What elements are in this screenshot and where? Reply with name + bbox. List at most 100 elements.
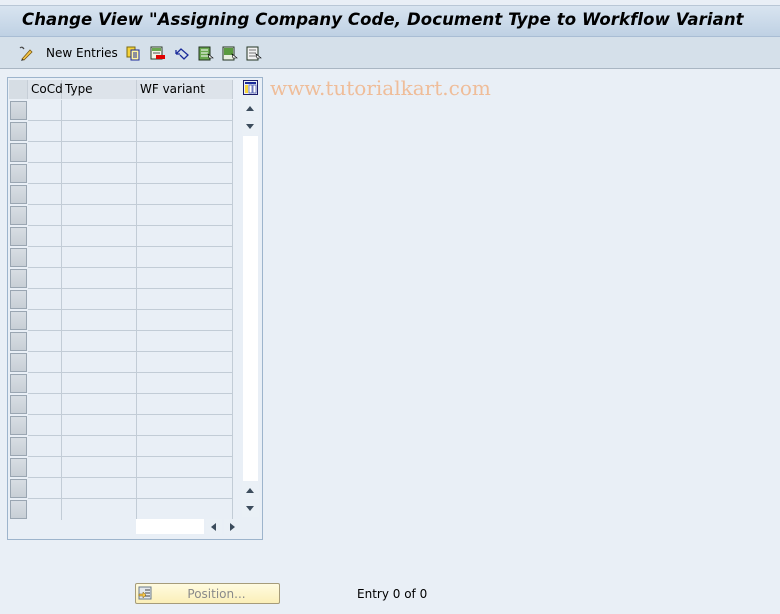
scroll-left-button[interactable] xyxy=(206,519,222,534)
row-selector[interactable] xyxy=(10,290,27,309)
cell-type[interactable] xyxy=(62,205,137,226)
row-selector[interactable] xyxy=(10,458,27,477)
row-selector[interactable] xyxy=(10,185,27,204)
cell-cocd[interactable] xyxy=(28,415,62,436)
cell-cocd[interactable] xyxy=(28,394,62,415)
cell-type[interactable] xyxy=(62,478,137,499)
cell-type[interactable] xyxy=(62,142,137,163)
cell-cocd[interactable] xyxy=(28,100,62,121)
display-change-button[interactable] xyxy=(18,44,33,62)
column-header-cocd[interactable]: CoCd xyxy=(28,80,63,99)
cell-type[interactable] xyxy=(62,394,137,415)
vertical-scroll-track[interactable] xyxy=(243,136,258,481)
select-all-rows-corner[interactable] xyxy=(9,80,28,99)
cell-type[interactable] xyxy=(62,121,137,142)
cell-cocd[interactable] xyxy=(28,352,62,373)
row-selector[interactable] xyxy=(10,416,27,435)
row-selector[interactable] xyxy=(10,332,27,351)
cell-type[interactable] xyxy=(62,436,137,457)
cell-type[interactable] xyxy=(62,331,137,352)
cell-wf-variant[interactable] xyxy=(137,499,233,520)
select-block-button[interactable] xyxy=(222,44,238,62)
cell-wf-variant[interactable] xyxy=(137,121,233,142)
cell-type[interactable] xyxy=(62,268,137,289)
row-selector[interactable] xyxy=(10,437,27,456)
cell-wf-variant[interactable] xyxy=(137,184,233,205)
cell-cocd[interactable] xyxy=(28,310,62,331)
cell-wf-variant[interactable] xyxy=(137,373,233,394)
vertical-scrollbar[interactable] xyxy=(242,98,259,518)
cell-cocd[interactable] xyxy=(28,121,62,142)
row-selector[interactable] xyxy=(10,143,27,162)
row-selector[interactable] xyxy=(10,374,27,393)
undo-change-button[interactable] xyxy=(174,44,189,62)
cell-wf-variant[interactable] xyxy=(137,331,233,352)
row-selector[interactable] xyxy=(10,248,27,267)
cell-cocd[interactable] xyxy=(28,205,62,226)
new-entries-button[interactable]: New Entries xyxy=(46,44,118,62)
cell-wf-variant[interactable] xyxy=(137,478,233,499)
table-settings-button[interactable] xyxy=(243,80,258,95)
cell-type[interactable] xyxy=(62,226,137,247)
row-selector[interactable] xyxy=(10,206,27,225)
column-header-type[interactable]: Type xyxy=(62,80,137,99)
cell-type[interactable] xyxy=(62,163,137,184)
scroll-up-button[interactable] xyxy=(242,100,259,117)
row-selector[interactable] xyxy=(10,101,27,120)
row-selector[interactable] xyxy=(10,122,27,141)
cell-wf-variant[interactable] xyxy=(137,436,233,457)
cell-wf-variant[interactable] xyxy=(137,415,233,436)
page-down-button[interactable] xyxy=(242,118,259,135)
cell-wf-variant[interactable] xyxy=(137,100,233,121)
scroll-down-button[interactable] xyxy=(242,500,259,517)
select-all-button[interactable] xyxy=(198,44,214,62)
cell-wf-variant[interactable] xyxy=(137,352,233,373)
row-selector[interactable] xyxy=(10,395,27,414)
column-header-wf-variant[interactable]: WF variant xyxy=(137,80,233,99)
cell-wf-variant[interactable] xyxy=(137,394,233,415)
cell-type[interactable] xyxy=(62,457,137,478)
cell-wf-variant[interactable] xyxy=(137,310,233,331)
row-selector[interactable] xyxy=(10,500,27,519)
position-button[interactable]: Position... xyxy=(135,583,280,604)
page-up-button[interactable] xyxy=(242,482,259,499)
cell-cocd[interactable] xyxy=(28,331,62,352)
cell-type[interactable] xyxy=(62,100,137,121)
row-selector[interactable] xyxy=(10,227,27,246)
cell-type[interactable] xyxy=(62,310,137,331)
cell-type[interactable] xyxy=(62,289,137,310)
delete-button[interactable] xyxy=(150,44,165,62)
copy-as-button[interactable] xyxy=(126,44,140,62)
cell-cocd[interactable] xyxy=(28,436,62,457)
cell-type[interactable] xyxy=(62,415,137,436)
cell-wf-variant[interactable] xyxy=(137,457,233,478)
cell-cocd[interactable] xyxy=(28,499,62,520)
scroll-right-button[interactable] xyxy=(224,519,240,534)
cell-wf-variant[interactable] xyxy=(137,142,233,163)
cell-wf-variant[interactable] xyxy=(137,247,233,268)
cell-cocd[interactable] xyxy=(28,163,62,184)
cell-type[interactable] xyxy=(62,352,137,373)
cell-cocd[interactable] xyxy=(28,184,62,205)
horizontal-scrollbar[interactable] xyxy=(136,519,242,534)
cell-cocd[interactable] xyxy=(28,478,62,499)
horizontal-scroll-track[interactable] xyxy=(136,519,204,534)
cell-type[interactable] xyxy=(62,247,137,268)
cell-cocd[interactable] xyxy=(28,226,62,247)
cell-wf-variant[interactable] xyxy=(137,226,233,247)
cell-cocd[interactable] xyxy=(28,268,62,289)
cell-wf-variant[interactable] xyxy=(137,289,233,310)
row-selector[interactable] xyxy=(10,311,27,330)
cell-cocd[interactable] xyxy=(28,457,62,478)
cell-cocd[interactable] xyxy=(28,373,62,394)
cell-cocd[interactable] xyxy=(28,247,62,268)
deselect-all-button[interactable] xyxy=(246,44,262,62)
row-selector[interactable] xyxy=(10,164,27,183)
cell-type[interactable] xyxy=(62,499,137,520)
cell-type[interactable] xyxy=(62,184,137,205)
cell-cocd[interactable] xyxy=(28,289,62,310)
cell-cocd[interactable] xyxy=(28,142,62,163)
cell-wf-variant[interactable] xyxy=(137,205,233,226)
row-selector[interactable] xyxy=(10,353,27,372)
cell-wf-variant[interactable] xyxy=(137,163,233,184)
